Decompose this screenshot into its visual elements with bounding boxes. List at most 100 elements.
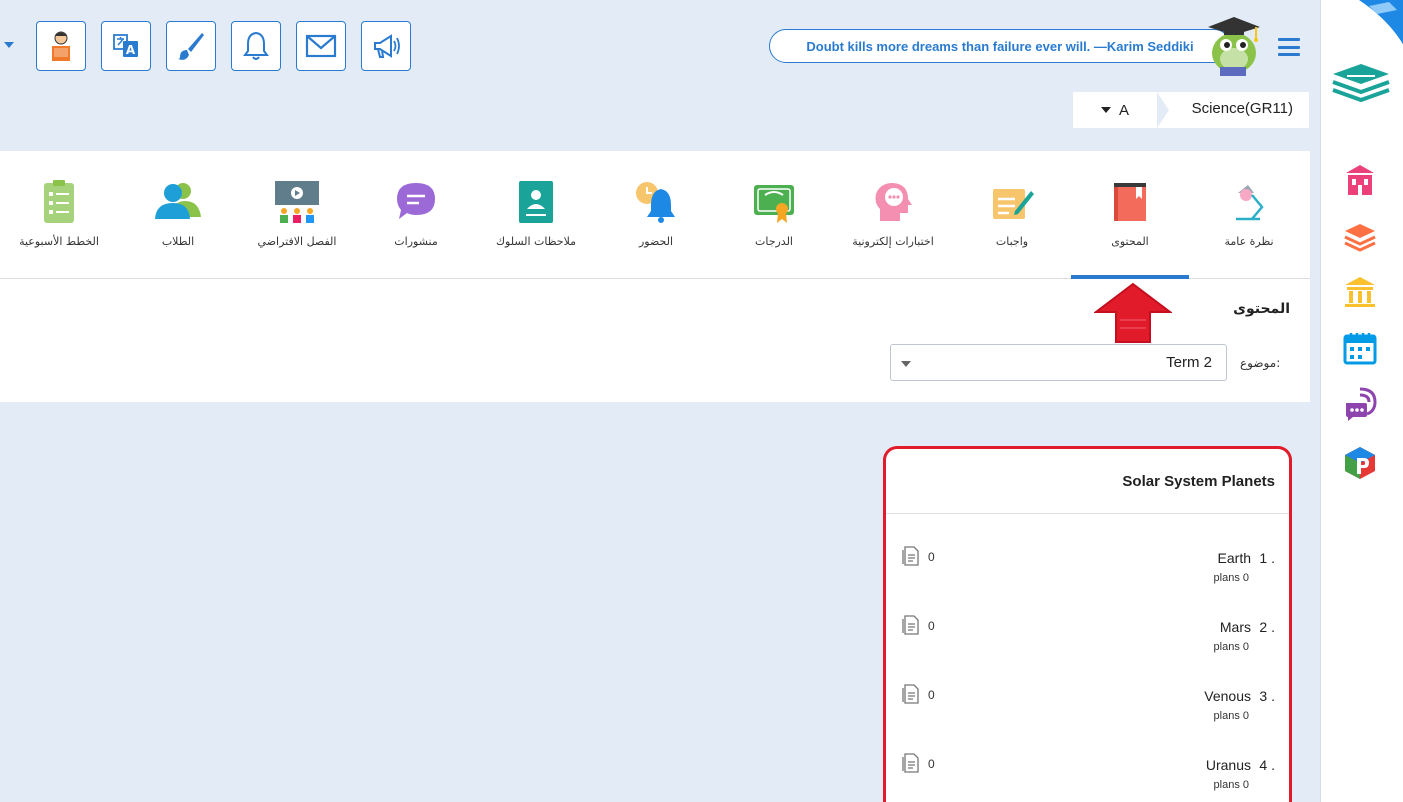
megaphone-icon xyxy=(374,34,400,58)
calendar-icon[interactable] xyxy=(1343,331,1377,365)
account-dropdown-caret[interactable] xyxy=(4,42,14,48)
school-icon[interactable] xyxy=(1343,163,1377,197)
topic-card: Solar System Planets 1 . Earth plans 0 0… xyxy=(883,446,1292,802)
institution-icon[interactable] xyxy=(1343,275,1377,309)
brush-icon xyxy=(178,33,204,60)
weekly-plan-icon xyxy=(44,180,74,223)
lesson-name[interactable]: Uranus xyxy=(1206,757,1251,773)
section-value: A xyxy=(1118,101,1129,119)
p-app-icon[interactable] xyxy=(1343,446,1377,480)
lesson-name[interactable]: Venous xyxy=(1204,688,1251,704)
topic-select-value: Term 2 xyxy=(1166,354,1212,371)
svg-text:A: A xyxy=(126,43,136,57)
tab-weekly-plans[interactable]: الخطط الأسبوعية xyxy=(0,151,118,279)
lesson-plans: plans 0 xyxy=(1213,779,1249,791)
document-icon[interactable] xyxy=(902,753,920,773)
tab-overview[interactable]: نظرة عامة xyxy=(1190,151,1308,279)
lesson-number: 3 . xyxy=(1259,688,1275,704)
tab-grades[interactable]: الدرجات xyxy=(715,151,833,279)
student-reading-icon xyxy=(52,31,70,61)
student-portal-button[interactable] xyxy=(36,21,86,71)
app-sidebar xyxy=(1320,0,1403,802)
translate-icon: A xyxy=(113,34,138,57)
tab-virtual-class[interactable]: الفصل الافتراضي xyxy=(238,151,356,279)
logo-icon[interactable] xyxy=(1329,60,1393,108)
lesson-count: 0 xyxy=(928,757,935,771)
tab-label: المحتوى xyxy=(1111,235,1149,248)
tab-label: الخطط الأسبوعية xyxy=(19,235,99,248)
tab-label: الدرجات xyxy=(754,235,793,248)
lesson-item[interactable]: 3 . Venous plans 0 0 xyxy=(886,684,1289,748)
tab-label: الفصل الافتراضي xyxy=(257,235,337,248)
class-nav-panel: نظرة عامة المحتوى واجبات اختبارات إلكترو… xyxy=(0,151,1310,402)
class-name: Science(GR11) xyxy=(1191,100,1293,117)
virtual-class-icon xyxy=(275,181,319,223)
lesson-item[interactable]: 2 . Mars plans 0 0 xyxy=(886,615,1289,679)
section-title: المحتوى xyxy=(1233,301,1290,317)
divider xyxy=(886,513,1289,514)
chat-icon[interactable] xyxy=(1343,387,1377,421)
tab-label: منشورات xyxy=(394,235,438,248)
attendance-bell-icon xyxy=(636,182,675,223)
document-icon[interactable] xyxy=(902,615,920,635)
tab-attendance[interactable]: الحضور xyxy=(597,151,715,279)
section-dropdown[interactable]: A xyxy=(1073,92,1157,128)
tab-label: واجبات xyxy=(995,235,1029,248)
lesson-name[interactable]: Mars xyxy=(1220,619,1251,635)
tab-homework[interactable]: واجبات xyxy=(953,151,1071,279)
tab-label: نظرة عامة xyxy=(1224,235,1274,248)
e-exam-icon xyxy=(875,183,912,221)
announcements-button[interactable] xyxy=(361,21,411,71)
lesson-name[interactable]: Earth xyxy=(1218,550,1251,566)
behavior-notes-icon xyxy=(519,181,553,223)
lesson-count: 0 xyxy=(928,688,935,702)
certificate-icon xyxy=(754,185,794,223)
tab-label: اختبارات إلكترونية xyxy=(852,235,934,248)
tab-e-exams[interactable]: اختبارات إلكترونية xyxy=(834,151,952,279)
tab-label: الحضور xyxy=(638,235,674,248)
tab-label: الطلاب xyxy=(161,235,195,248)
caret-down-icon xyxy=(1100,107,1111,113)
messages-button[interactable] xyxy=(296,21,346,71)
lesson-plans: plans 0 xyxy=(1213,641,1249,653)
document-icon[interactable] xyxy=(902,546,920,566)
lesson-item[interactable]: 1 . Earth plans 0 0 xyxy=(886,546,1289,610)
lesson-number: 2 . xyxy=(1259,619,1275,635)
tab-posts[interactable]: منشورات xyxy=(357,151,475,279)
tab-behavior-notes[interactable]: ملاحظات السلوك xyxy=(477,151,595,279)
tab-label: ملاحظات السلوك xyxy=(495,235,577,248)
lesson-plans: plans 0 xyxy=(1213,572,1249,584)
tab-students[interactable]: الطلاب xyxy=(119,151,237,279)
notifications-button[interactable] xyxy=(231,21,281,71)
lesson-count: 0 xyxy=(928,619,935,633)
daily-quote: Doubt kills more dreams than failure eve… xyxy=(769,29,1231,63)
topic-label: موضوع: xyxy=(1240,356,1281,370)
class-selector[interactable]: A Science(GR11) xyxy=(1073,92,1309,128)
translate-button[interactable]: A xyxy=(101,21,151,71)
annotation-arrow-icon xyxy=(1094,282,1172,343)
lesson-count: 0 xyxy=(928,550,935,564)
chat-bubble-icon xyxy=(397,183,435,219)
theme-button[interactable] xyxy=(166,21,216,71)
selector-divider xyxy=(1157,92,1169,128)
lesson-plans: plans 0 xyxy=(1213,710,1249,722)
lesson-item[interactable]: 4 . Uranus plans 0 0 xyxy=(886,753,1289,802)
mascot-icon xyxy=(1208,17,1260,76)
lesson-number: 4 . xyxy=(1259,757,1275,773)
students-icon xyxy=(155,183,201,219)
topic-select[interactable]: Term 2 xyxy=(890,344,1227,381)
nav-tabs: نظرة عامة المحتوى واجبات اختبارات إلكترو… xyxy=(0,151,1310,279)
homework-icon xyxy=(993,189,1034,219)
corner-flag-icon xyxy=(1359,0,1403,45)
main-menu-button[interactable] xyxy=(1278,38,1300,56)
tab-content[interactable]: المحتوى xyxy=(1071,151,1189,279)
document-icon[interactable] xyxy=(902,684,920,704)
bell-icon xyxy=(243,31,269,60)
lamp-icon xyxy=(1236,185,1264,221)
book-icon xyxy=(1114,183,1146,221)
caret-down-icon xyxy=(901,361,911,367)
books-icon[interactable] xyxy=(1343,219,1377,253)
envelope-icon xyxy=(305,34,337,58)
lesson-number: 1 . xyxy=(1259,550,1275,566)
topic-card-title: Solar System Planets xyxy=(1122,473,1275,490)
